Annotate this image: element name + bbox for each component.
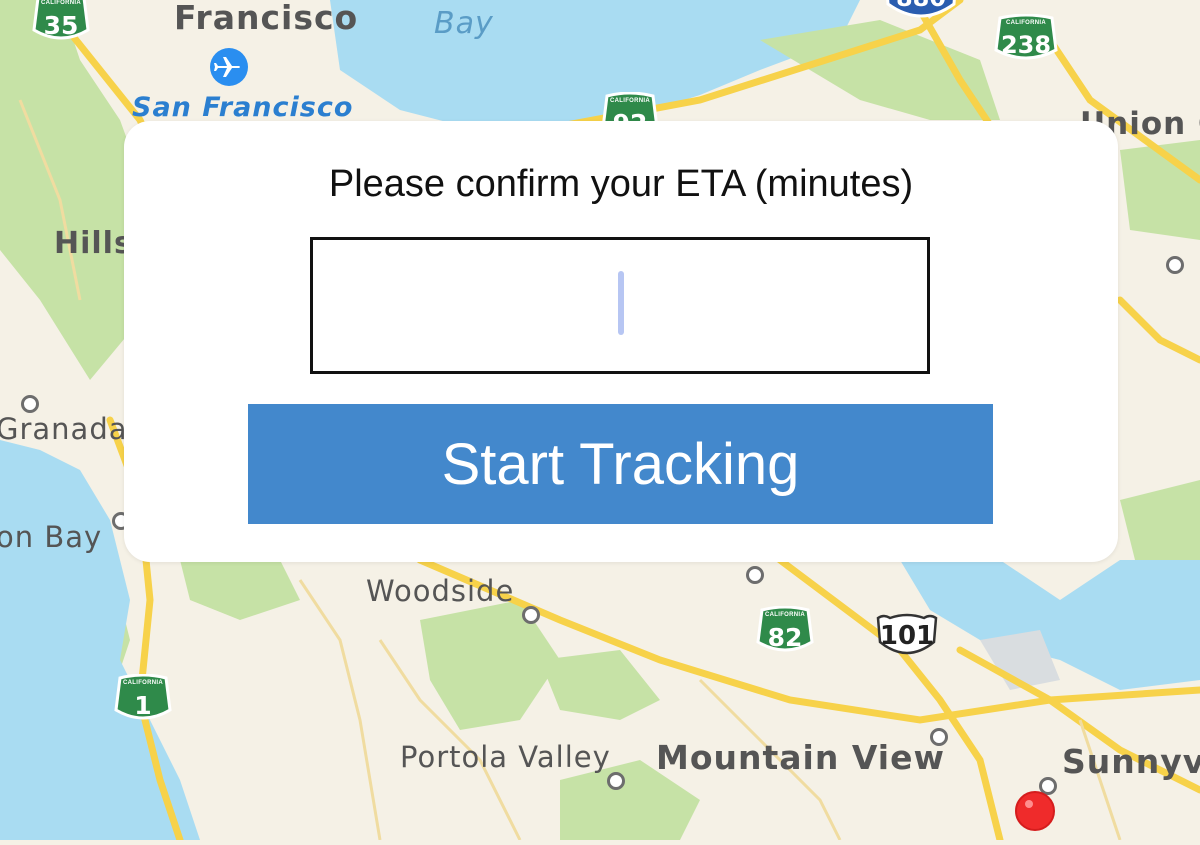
- map-label-bay: Bay: [434, 6, 494, 41]
- city-dot[interactable]: [522, 606, 540, 624]
- map-label-mountain-view: Mountain View: [656, 738, 945, 777]
- city-dot[interactable]: [1166, 256, 1184, 274]
- shield-state-label: CALIFORNIA: [610, 98, 650, 104]
- map-label-san-francisco: Francisco: [174, 0, 359, 37]
- map-label-hills: Hills: [54, 226, 133, 261]
- dialog-title: Please confirm your ETA (minutes): [328, 163, 914, 205]
- shield-number: 35: [43, 11, 79, 40]
- shield-number: 82: [767, 623, 803, 652]
- route-shield-i880: 880: [882, 0, 960, 26]
- route-shield-ca35: CALIFORNIA 35: [32, 0, 90, 44]
- map-label-portola-valley: Portola Valley: [400, 740, 611, 774]
- map-label-granada: Granada: [0, 412, 128, 446]
- city-dot[interactable]: [930, 728, 948, 746]
- start-tracking-button[interactable]: Start Tracking: [248, 404, 993, 524]
- airplane-icon-glyph: [214, 57, 240, 77]
- city-dot[interactable]: [607, 772, 625, 790]
- shield-number: 880: [882, 0, 960, 12]
- route-shield-ca82: CALIFORNIA 82: [756, 606, 814, 656]
- map-label-sunnyvale: Sunnyv: [1062, 742, 1200, 781]
- route-shield-ca1: CALIFORNIA 1: [114, 674, 172, 724]
- map-label-half-moon-bay: on Bay: [0, 520, 103, 554]
- city-dot[interactable]: [21, 395, 39, 413]
- map-label-woodside: Woodside: [366, 574, 515, 608]
- route-shield-us101: 101: [874, 612, 940, 662]
- location-pin-glyph: [1015, 791, 1055, 831]
- shield-state-label: CALIFORNIA: [765, 612, 805, 618]
- city-dot[interactable]: [746, 566, 764, 584]
- shield-state-label: CALIFORNIA: [123, 680, 163, 686]
- eta-dialog: Please confirm your ETA (minutes) Start …: [124, 121, 1118, 562]
- shield-number: 101: [879, 621, 935, 651]
- map-label-sfo-airport[interactable]: San Francisco: [132, 92, 353, 123]
- route-shield-ca238: CALIFORNIA 238: [994, 14, 1058, 64]
- airplane-icon[interactable]: [210, 48, 248, 86]
- location-pin-icon[interactable]: [1014, 790, 1056, 832]
- shield-state-label: CALIFORNIA: [1006, 20, 1046, 26]
- text-caret: [618, 271, 624, 335]
- shield-number: 1: [134, 691, 152, 720]
- shield-state-label: CALIFORNIA: [41, 0, 81, 6]
- shield-number: 238: [1000, 31, 1052, 59]
